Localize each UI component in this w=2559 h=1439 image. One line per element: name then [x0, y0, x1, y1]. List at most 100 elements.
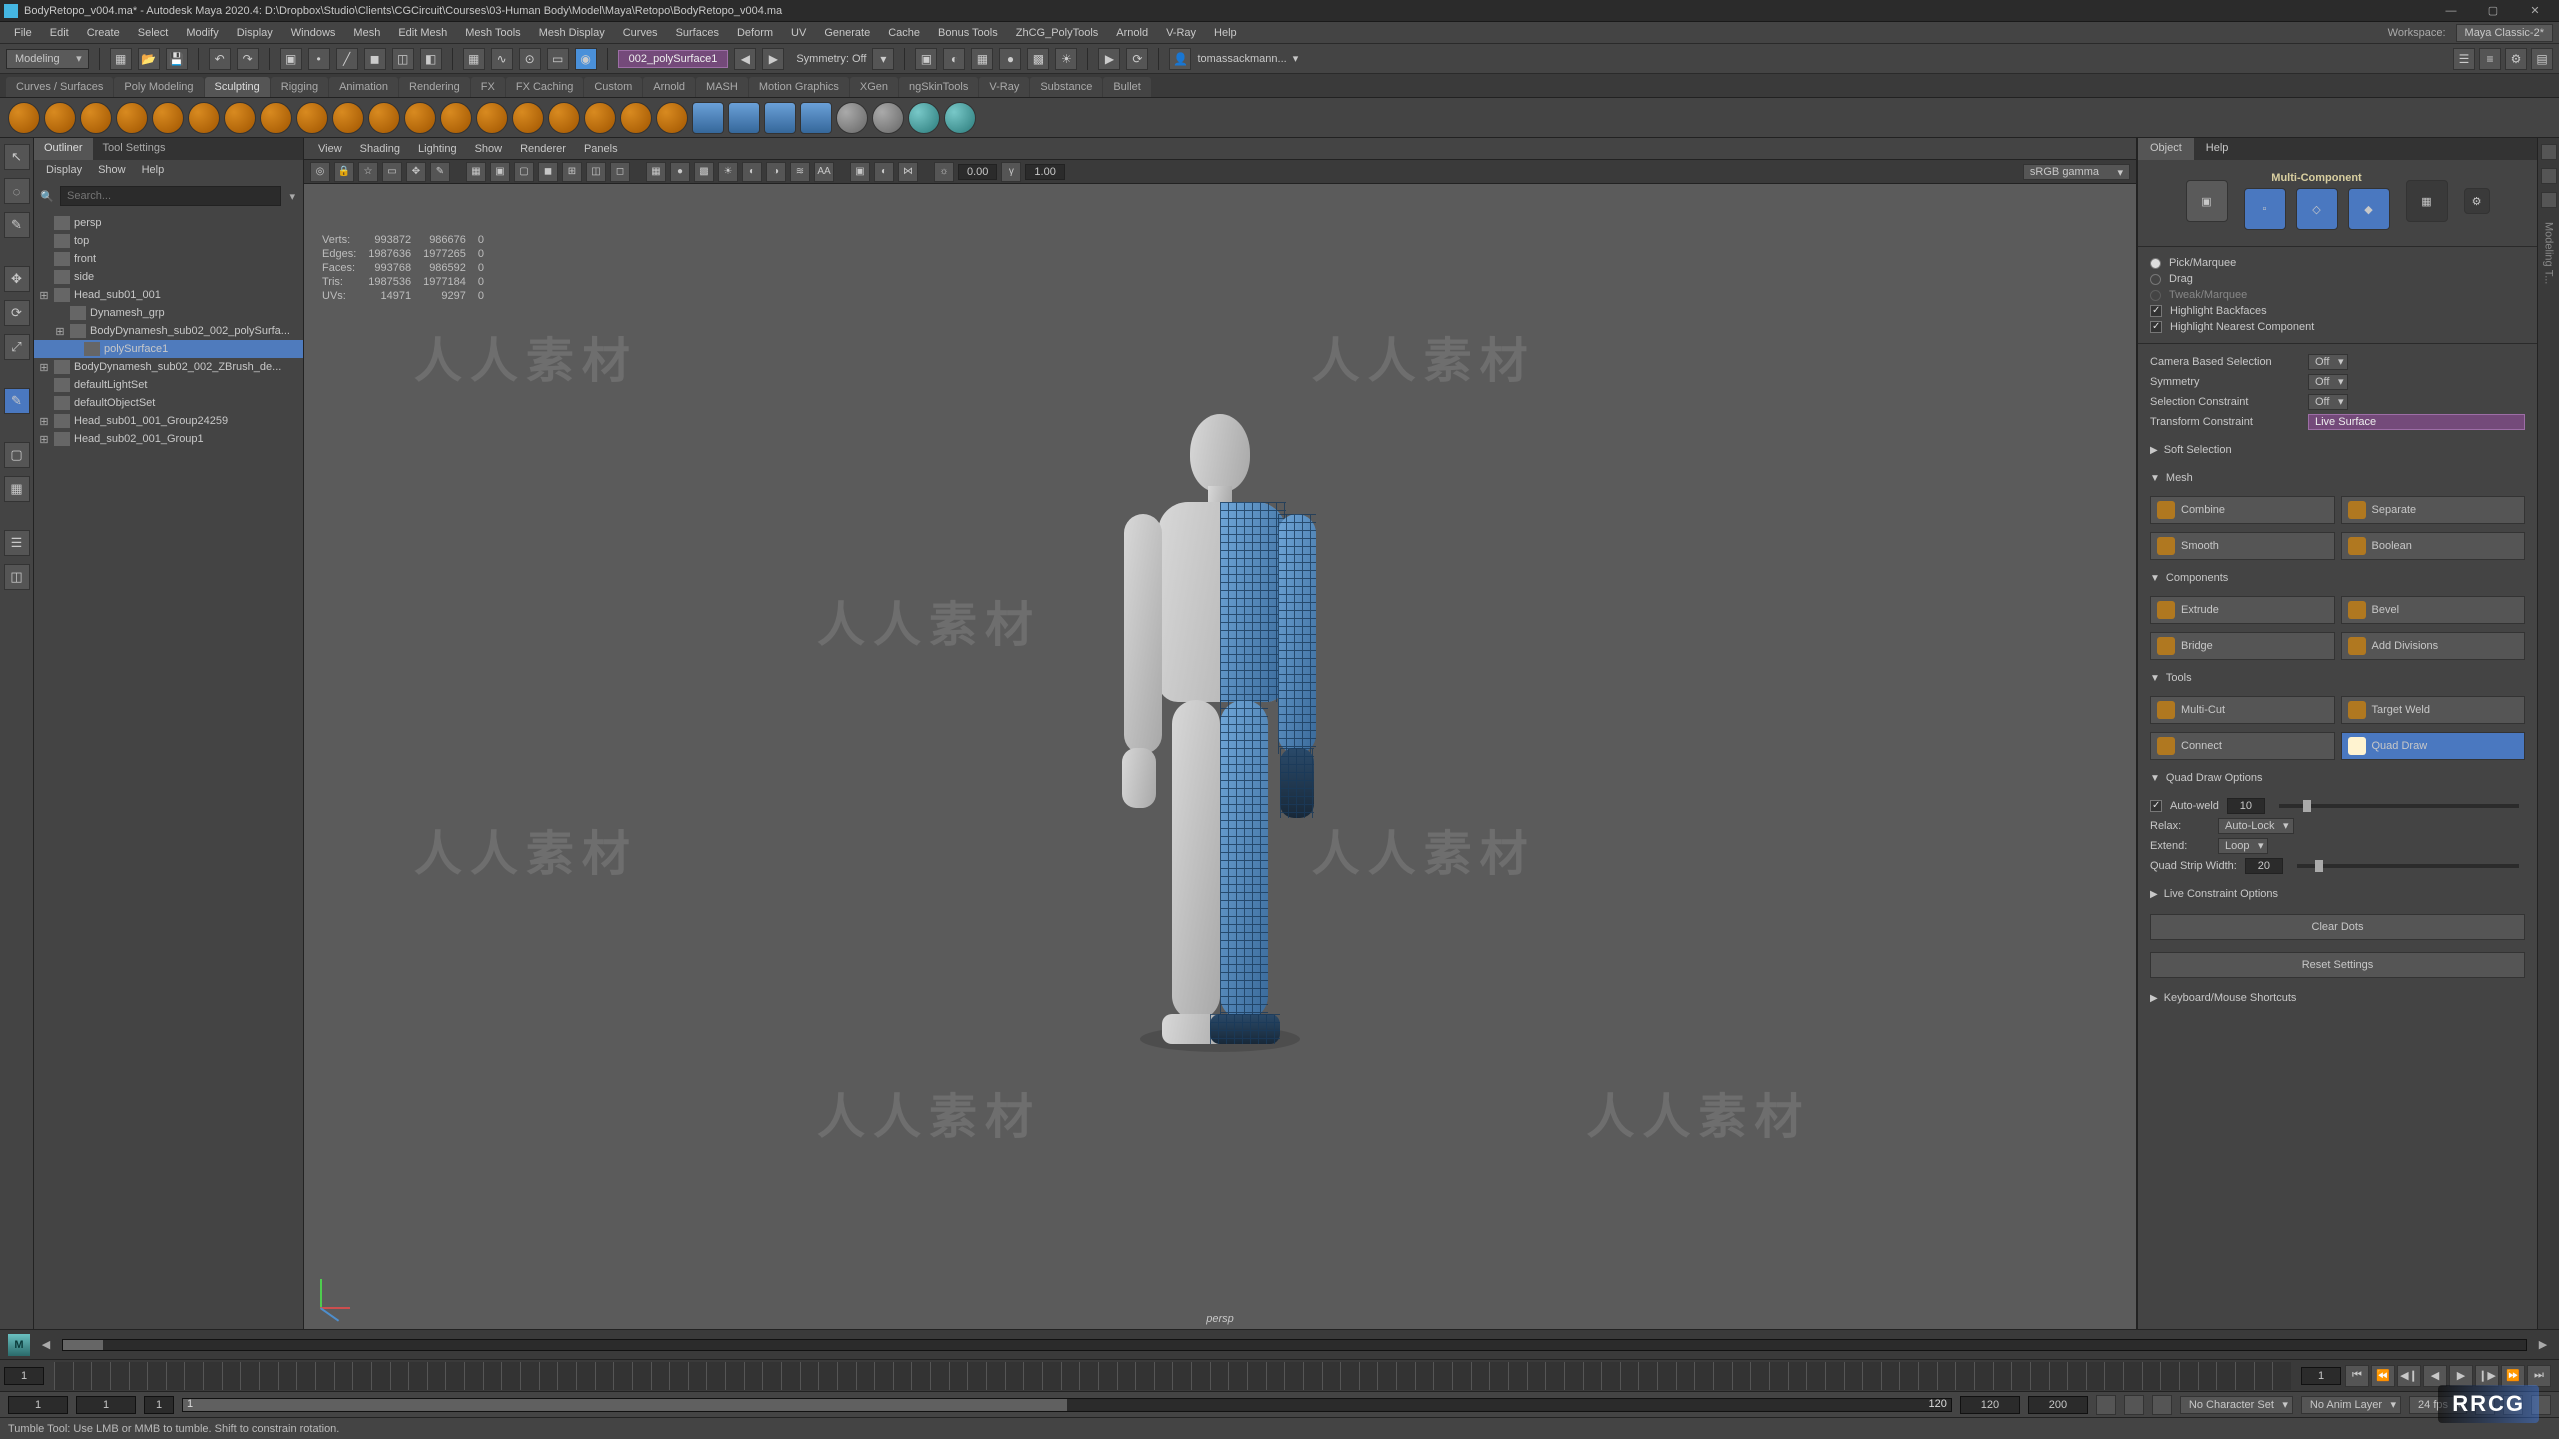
combine-button[interactable]: Combine — [2150, 496, 2335, 524]
range-track[interactable]: 1 120 — [182, 1398, 1952, 1412]
live-next-icon[interactable]: ▶ — [762, 48, 784, 70]
sculpt-uv-icon[interactable] — [692, 102, 724, 134]
shelf-tab-rigging[interactable]: Rigging — [271, 77, 328, 97]
vp-safe-action-icon[interactable]: ◫ — [586, 162, 606, 182]
snap-point-icon[interactable]: ⊙ — [519, 48, 541, 70]
scale-tool-icon[interactable]: ⤢ — [4, 334, 30, 360]
minimize-button[interactable]: — — [2431, 1, 2471, 21]
select-edge-icon[interactable]: ╱ — [336, 48, 358, 70]
viewport-menu-lighting[interactable]: Lighting — [410, 141, 465, 157]
viewport-menu-show[interactable]: Show — [467, 141, 511, 157]
menu-zhcg-polytools[interactable]: ZhCG_PolyTools — [1008, 25, 1107, 41]
shelf-tab-substance[interactable]: Substance — [1030, 77, 1102, 97]
quadstrip-value[interactable]: 20 — [2245, 858, 2283, 874]
outliner-item[interactable]: ⊞Head_sub01_001 — [34, 286, 303, 304]
sculpt-mask-icon[interactable] — [872, 102, 904, 134]
viewport-menu-view[interactable]: View — [310, 141, 350, 157]
last-tool-icon[interactable]: ✎ — [4, 388, 30, 414]
quadstrip-slider[interactable] — [2297, 864, 2519, 868]
outliner-menu-show[interactable]: Show — [90, 160, 134, 182]
hscroll-track[interactable] — [62, 1339, 2527, 1351]
object-mode-icon[interactable]: ▣ — [2186, 180, 2228, 222]
highlight-backfaces-checkbox[interactable] — [2150, 305, 2162, 317]
tab-help[interactable]: Help — [2194, 138, 2241, 160]
shelf-tab-xgen[interactable]: XGen — [850, 77, 898, 97]
snap-grid-icon[interactable]: ▦ — [463, 48, 485, 70]
menu-arnold[interactable]: Arnold — [1108, 25, 1156, 41]
workspace-dropdown[interactable]: Maya Classic-2* — [2456, 24, 2553, 42]
sculpt-brush-12-icon[interactable] — [404, 102, 436, 134]
anim-layer-dropdown[interactable]: No Anim Layer — [2301, 1396, 2401, 1414]
layout-single-icon[interactable]: ▢ — [4, 442, 30, 468]
attribute-editor-icon[interactable] — [2541, 192, 2557, 208]
shelf-tab-fx[interactable]: FX — [471, 77, 505, 97]
outliner-item[interactable]: front — [34, 250, 303, 268]
outliner-item[interactable]: defaultLightSet — [34, 376, 303, 394]
shelf-tab-poly-modeling[interactable]: Poly Modeling — [114, 77, 203, 97]
account-icon[interactable]: 👤 — [1169, 48, 1191, 70]
textured-icon[interactable]: ▩ — [1027, 48, 1049, 70]
autoweld-value[interactable]: 10 — [2227, 798, 2265, 814]
sculpt-brush-4-icon[interactable] — [116, 102, 148, 134]
shelf-tab-bullet[interactable]: Bullet — [1103, 77, 1151, 97]
redo-icon[interactable]: ↷ — [237, 48, 259, 70]
shelf-tab-custom[interactable]: Custom — [584, 77, 642, 97]
outliner-item[interactable]: Dynamesh_grp — [34, 304, 303, 322]
outliner-item[interactable]: ⊞Head_sub01_001_Group24259 — [34, 412, 303, 430]
layout-four-icon[interactable]: ▦ — [4, 476, 30, 502]
vp-exposure-icon[interactable]: ☼ — [934, 162, 954, 182]
outliner-item[interactable]: persp — [34, 214, 303, 232]
sculpt-brush-16-icon[interactable] — [548, 102, 580, 134]
keyboard-shortcuts-header[interactable]: ▶Keyboard/Mouse Shortcuts — [2150, 988, 2525, 1008]
vp-film-gate-icon[interactable]: ▣ — [490, 162, 510, 182]
outliner-menu-help[interactable]: Help — [134, 160, 173, 182]
hscroll-right-icon[interactable]: ▶ — [2535, 1338, 2551, 1351]
current-frame-left[interactable]: 1 — [4, 1367, 44, 1385]
shelf-tab-arnold[interactable]: Arnold — [643, 77, 695, 97]
search-options-icon[interactable]: ▾ — [285, 190, 299, 203]
vp-image-plane-icon[interactable]: ▭ — [382, 162, 402, 182]
tab-tool-settings[interactable]: Tool Settings — [93, 138, 176, 160]
highlight-nearest-checkbox[interactable] — [2150, 321, 2162, 333]
playback-pref-icon[interactable] — [2152, 1395, 2172, 1415]
step-back-icon[interactable]: ◀❙ — [2397, 1365, 2421, 1387]
uv-mode-icon[interactable]: ▦ — [2406, 180, 2448, 222]
menu-display[interactable]: Display — [229, 25, 281, 41]
menu-uv[interactable]: UV — [783, 25, 814, 41]
snap-plane-icon[interactable]: ▭ — [547, 48, 569, 70]
outliner-search-input[interactable] — [60, 186, 281, 206]
range-end-inner[interactable]: 120 — [1960, 1396, 2020, 1414]
vp-grease-icon[interactable]: ✎ — [430, 162, 450, 182]
play-back-icon[interactable]: ◀ — [2423, 1365, 2447, 1387]
sculpt-brush-13-icon[interactable] — [440, 102, 472, 134]
module-dropdown[interactable]: Modeling — [6, 49, 89, 69]
vp-bookmark-icon[interactable]: ☆ — [358, 162, 378, 182]
channel-box-toggle-icon[interactable]: ▤ — [2531, 48, 2553, 70]
sculpt-freeze-icon[interactable] — [728, 102, 760, 134]
outliner-toggle-icon[interactable]: ☰ — [2453, 48, 2475, 70]
vp-textured-icon[interactable]: ▩ — [694, 162, 714, 182]
bevel-button[interactable]: Bevel — [2341, 596, 2526, 624]
select-multi-icon[interactable]: ◧ — [420, 48, 442, 70]
components-header[interactable]: ▼Components — [2150, 568, 2525, 588]
vp-lock-cam-icon[interactable]: 🔒 — [334, 162, 354, 182]
sculpt-brush-19-icon[interactable] — [656, 102, 688, 134]
multicut-button[interactable]: Multi-Cut — [2150, 696, 2335, 724]
sculpt-brush-1-icon[interactable] — [8, 102, 40, 134]
relax-dropdown[interactable]: Auto-Lock — [2218, 818, 2294, 834]
menu-cache[interactable]: Cache — [880, 25, 928, 41]
sculpt-brush-10-icon[interactable] — [332, 102, 364, 134]
viewport-menu-shading[interactable]: Shading — [352, 141, 408, 157]
live-constraint-header[interactable]: ▶Live Constraint Options — [2150, 884, 2525, 904]
outliner-item[interactable]: ⊞Head_sub02_001_Group1 — [34, 430, 303, 448]
maximize-button[interactable]: ▢ — [2473, 1, 2513, 21]
clear-dots-button[interactable]: Clear Dots — [2150, 914, 2525, 940]
new-scene-icon[interactable]: ▦ — [110, 48, 132, 70]
layout-persp-icon[interactable]: ◫ — [4, 564, 30, 590]
select-object-icon[interactable]: ▣ — [280, 48, 302, 70]
shelf-tab-curves-surfaces[interactable]: Curves / Surfaces — [6, 77, 113, 97]
undo-icon[interactable]: ↶ — [209, 48, 231, 70]
wireframe-icon[interactable]: ▦ — [971, 48, 993, 70]
reset-settings-button[interactable]: Reset Settings — [2150, 952, 2525, 978]
extend-dropdown[interactable]: Loop — [2218, 838, 2268, 854]
